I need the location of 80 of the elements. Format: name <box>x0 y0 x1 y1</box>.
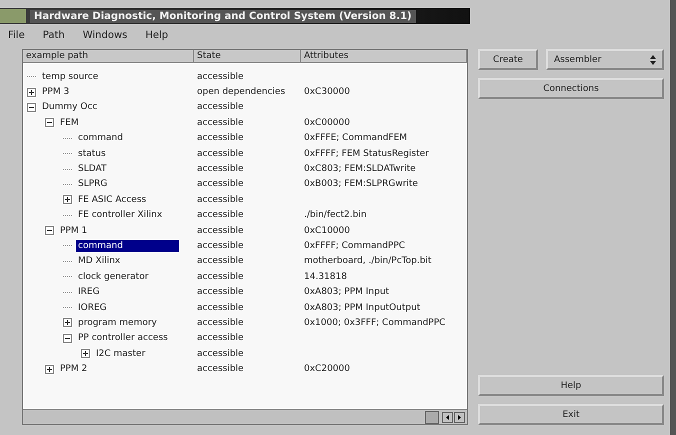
column-header[interactable]: Attributes <box>301 50 467 63</box>
state-text: accessible <box>197 272 244 282</box>
tree-item[interactable]: Dummy Occ <box>40 101 100 114</box>
attributes-text: motherboard, ./bin/PcTop.bit <box>304 256 432 266</box>
state-text: open dependencies <box>197 87 286 98</box>
menu-item[interactable]: Windows <box>82 30 128 41</box>
column-header[interactable]: State <box>194 50 301 63</box>
attributes-text: 0x1000; 0x3FFF; CommandPPC <box>304 318 446 328</box>
tree-item[interactable]: status <box>76 148 108 160</box>
minus-icon[interactable] <box>45 118 54 128</box>
state-text: accessible <box>197 302 244 313</box>
state-text: accessible <box>197 148 244 159</box>
tree-item[interactable]: PP controller access <box>76 332 170 344</box>
menu-item[interactable]: Help <box>145 30 168 41</box>
column-header[interactable]: example path <box>23 50 194 63</box>
attributes-text: 0xA803; PPM InputOutput <box>304 302 420 313</box>
minus-icon[interactable] <box>63 334 72 343</box>
tree-item[interactable]: PPM 1 <box>58 224 90 237</box>
attributes-text: ./bin/fect2.bin <box>304 210 367 220</box>
tree-item[interactable]: command <box>76 132 125 144</box>
state-text: accessible <box>197 164 244 174</box>
plus-icon[interactable] <box>63 318 72 328</box>
help-button[interactable]: Help <box>478 375 664 396</box>
tree-item[interactable]: IREG <box>76 286 102 298</box>
state-text: accessible <box>197 194 244 205</box>
tree-item[interactable]: FEM <box>58 116 81 129</box>
minus-icon[interactable] <box>27 102 36 112</box>
state-text: accessible <box>197 318 244 328</box>
plus-icon[interactable] <box>63 195 72 204</box>
attributes-text: 14.31818 <box>304 272 347 282</box>
tree-item[interactable]: PPM 2 <box>58 363 90 376</box>
tree-item[interactable]: program memory <box>76 316 159 329</box>
state-text: accessible <box>197 256 244 266</box>
plus-icon[interactable] <box>45 364 54 374</box>
plus-icon[interactable] <box>27 88 36 97</box>
scroll-thumb[interactable] <box>425 410 439 424</box>
attributes-text: 0xFFFF; FEM StatusRegister <box>304 148 429 159</box>
state-text: accessible <box>197 348 244 359</box>
create-button[interactable]: Create <box>478 49 538 70</box>
menu-item[interactable]: Path <box>42 30 65 41</box>
tree-item[interactable]: IOREG <box>76 302 109 314</box>
tree-item[interactable]: SLDAT <box>76 163 108 176</box>
menu-item[interactable]: File <box>8 30 25 41</box>
tree-item[interactable]: command <box>76 240 179 252</box>
state-text: accessible <box>197 133 244 144</box>
attributes-text: 0xA803; PPM Input <box>304 287 390 298</box>
window-title: Hardware Diagnostic, Monitoring and Control System (Version 8.1) <box>30 10 416 22</box>
state-text: accessible <box>197 210 244 220</box>
attributes-text: 0xC10000 <box>304 226 350 236</box>
attributes-text: 0xB003; FEM:SLPRGwrite <box>304 179 418 190</box>
state-text: accessible <box>197 118 244 128</box>
tree-item[interactable]: SLPRG <box>76 178 110 190</box>
plus-icon[interactable] <box>81 349 90 358</box>
state-text: accessible <box>197 333 244 344</box>
state-text: accessible <box>197 364 244 374</box>
spinner-icon <box>650 54 656 64</box>
tree-item[interactable]: I2C master <box>94 348 148 360</box>
attributes-text: 0xFFFE; CommandFEM <box>304 133 408 144</box>
tree-item[interactable]: PPM 3 <box>40 86 72 98</box>
minus-icon[interactable] <box>45 226 54 236</box>
state-text: accessible <box>197 72 244 82</box>
exit-button[interactable]: Exit <box>478 404 664 425</box>
tree-item[interactable]: clock generator <box>76 270 150 283</box>
attributes-text: 0xC00000 <box>304 118 350 128</box>
state-text: accessible <box>197 179 244 190</box>
attributes-text: 0xFFFF; CommandPPC <box>304 240 406 251</box>
attributes-text: 0xC803; FEM:SLDATwrite <box>304 164 416 174</box>
attributes-text: 0xC30000 <box>304 87 350 98</box>
tree-item[interactable]: MD Xilinx <box>76 255 122 268</box>
state-text: accessible <box>197 102 244 112</box>
state-text: accessible <box>197 226 244 236</box>
tree-item[interactable]: FE controller Xilinx <box>76 209 164 222</box>
tree-item[interactable]: FE ASIC Access <box>76 194 148 206</box>
connections-button[interactable]: Connections <box>478 78 664 99</box>
state-text: accessible <box>197 287 244 298</box>
attributes-text: 0xC20000 <box>304 364 350 374</box>
horizontal-scrollbar[interactable] <box>23 409 467 424</box>
dropdown[interactable]: Assembler <box>546 49 664 70</box>
tree-item[interactable]: temp source <box>40 70 100 83</box>
state-text: accessible <box>197 240 244 251</box>
